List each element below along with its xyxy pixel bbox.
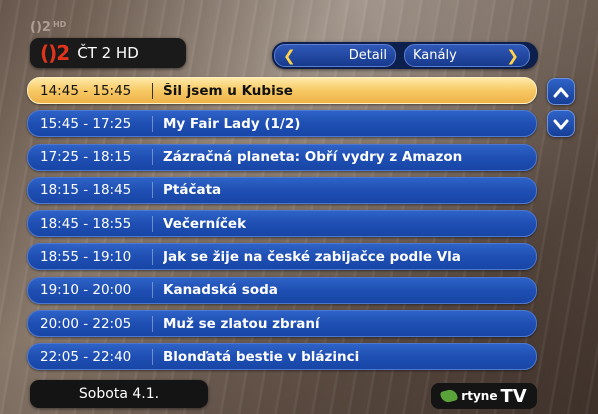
- program-row[interactable]: 18:45 - 18:55 Večerníček: [27, 210, 537, 238]
- divider: [152, 82, 153, 99]
- program-time: 19:10 - 20:00: [40, 282, 132, 299]
- program-list: 14:45 - 15:45 Šil jsem u Kubise 15:45 - …: [27, 77, 537, 377]
- program-title: Muž se zlatou zbraní: [163, 315, 320, 332]
- program-row[interactable]: 19:10 - 20:00 Kanadská soda: [27, 276, 537, 304]
- program-title: Kanadská soda: [163, 282, 278, 299]
- program-title: Šil jsem u Kubise: [163, 82, 293, 99]
- divider: [152, 215, 153, 232]
- corner-channel-logo: ()2 HD: [30, 20, 67, 35]
- program-title: My Fair Lady (1/2): [163, 115, 301, 132]
- divider: [152, 282, 153, 299]
- program-time: 17:25 - 18:15: [40, 149, 132, 166]
- program-time: 18:55 - 19:10: [40, 248, 132, 265]
- program-row[interactable]: 18:15 - 18:45 Ptáčata: [27, 176, 537, 204]
- program-title: Zázračná planeta: Obří vydry z Amazon: [163, 149, 463, 166]
- date-label: Sobota 4.1.: [30, 380, 208, 408]
- program-row[interactable]: 18:55 - 19:10 Jak se žije na české zabij…: [27, 243, 537, 271]
- channel-logo: ()2: [40, 41, 70, 65]
- chevron-right-icon: ❯: [506, 46, 519, 65]
- program-title: Blonďatá bestie v blázinci: [163, 348, 360, 365]
- program-time: 18:15 - 18:45: [40, 182, 132, 199]
- channel-name: ČT 2 HD: [77, 44, 139, 62]
- scroll-down-button[interactable]: [547, 110, 575, 137]
- divider: [152, 182, 153, 199]
- brand-logo: rtyne TV: [431, 383, 537, 409]
- divider: [152, 248, 153, 265]
- program-time: 20:00 - 22:05: [40, 315, 132, 332]
- program-time: 15:45 - 17:25: [40, 115, 132, 132]
- program-row[interactable]: 14:45 - 15:45 Šil jsem u Kubise: [27, 77, 537, 104]
- channels-button[interactable]: Kanály ❯: [404, 44, 530, 67]
- program-title: Jak se žije na české zabijačce podle Vla: [163, 248, 461, 265]
- program-row[interactable]: 17:25 - 18:15 Zázračná planeta: Obří vyd…: [27, 143, 537, 171]
- chevron-down-icon: [553, 119, 569, 129]
- chevron-up-icon: [553, 87, 569, 97]
- program-row[interactable]: 22:05 - 22:40 Blonďatá bestie v blázinci: [27, 343, 537, 371]
- program-time: 18:45 - 18:55: [40, 215, 132, 232]
- program-title: Večerníček: [163, 215, 247, 232]
- detail-button[interactable]: ❮ Detail: [274, 44, 396, 67]
- program-row[interactable]: 15:45 - 17:25 My Fair Lady (1/2): [27, 110, 537, 138]
- program-row[interactable]: 20:00 - 22:05 Muž se zlatou zbraní: [27, 310, 537, 338]
- scroll-up-button[interactable]: [547, 78, 575, 105]
- program-time: 14:45 - 15:45: [40, 82, 132, 99]
- divider: [152, 348, 153, 365]
- program-time: 22:05 - 22:40: [40, 348, 132, 365]
- program-title: Ptáčata: [163, 182, 222, 199]
- divider: [152, 115, 153, 132]
- chevron-left-icon: ❮: [283, 46, 296, 65]
- leaf-icon: [440, 388, 459, 404]
- divider: [152, 315, 153, 332]
- channel-header: ()2 ČT 2 HD: [30, 38, 186, 68]
- nav-bar: ❮ Detail Kanály ❯: [272, 42, 538, 69]
- divider: [152, 149, 153, 166]
